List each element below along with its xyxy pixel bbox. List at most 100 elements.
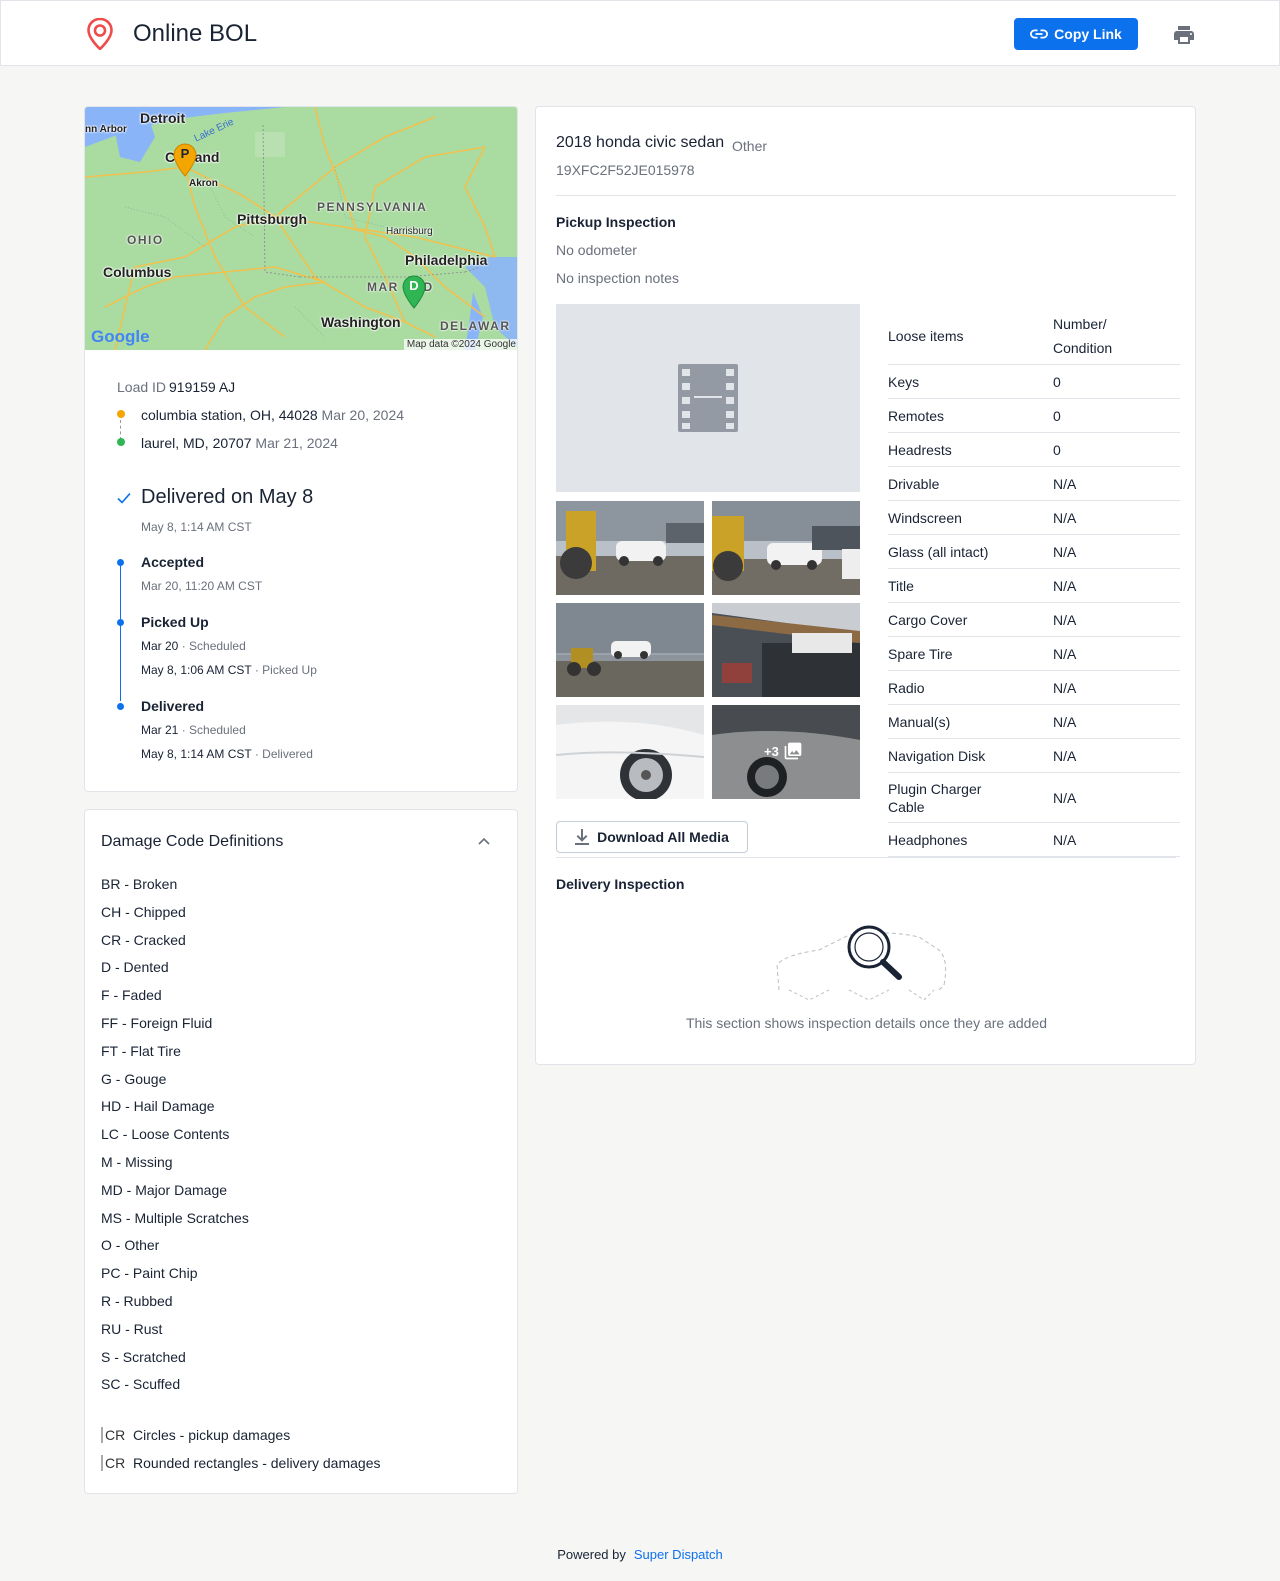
pickup-address: columbia station, OH, 44028 (141, 407, 318, 423)
pickup-marker-letter: P (180, 146, 190, 161)
table-row: Cargo Cover N/A (888, 603, 1180, 637)
pickup-marker[interactable]: P (173, 143, 197, 177)
table-cell-item: Cargo Cover (888, 611, 968, 628)
damage-code-item: CR - Cracked (101, 931, 186, 948)
table-cell-item: Drivable (888, 475, 940, 492)
map-city-philadelphia: Philadelphia (405, 252, 488, 268)
table-cell-value: N/A (1053, 577, 1077, 594)
print-icon[interactable] (1172, 23, 1196, 47)
delivery-marker[interactable]: D (402, 275, 426, 309)
map-city-columbus: Columbus (103, 264, 172, 280)
route-map[interactable]: Detroit nn Arbor Lake Erie Cl eland Akro… (85, 107, 517, 350)
photo-thumbnail[interactable] (556, 501, 704, 595)
chevron-up-icon[interactable] (477, 836, 491, 846)
damage-code-item: G - Gouge (101, 1070, 167, 1087)
divider (556, 857, 1176, 858)
photo-thumbnail[interactable] (712, 501, 860, 595)
damage-code-item: F - Faded (101, 987, 162, 1004)
table-cell-value: N/A (1053, 747, 1077, 764)
download-icon (575, 829, 590, 845)
delivered-scheduled-note: · Scheduled (181, 723, 246, 737)
table-cell-item: Remotes (888, 407, 945, 424)
footer: Powered by Super Dispatch (0, 1547, 1280, 1562)
legend-delivery: CR Rounded rectangles - delivery damages (101, 1455, 381, 1471)
photo-thumbnail[interactable] (556, 603, 704, 697)
damage-code-item: O - Other (101, 1237, 160, 1254)
damage-codes-title: Damage Code Definitions (101, 833, 284, 850)
table-cell-value: N/A (1053, 645, 1077, 662)
app-title: Online BOL (133, 20, 258, 47)
pickup-dot (117, 410, 125, 418)
vehicle-type: Other (732, 138, 768, 154)
super-dispatch-link[interactable]: Super Dispatch (634, 1547, 723, 1562)
table-header-value-line1: Number/ (1053, 315, 1107, 332)
more-photos-thumbnail[interactable]: +3 (712, 705, 860, 799)
damage-code-item: SC - Scuffed (101, 1376, 181, 1393)
delivery-empty-text: This section shows inspection details on… (685, 1015, 1048, 1031)
table-row: Radio N/A (888, 671, 1180, 705)
table-cell-item: Manual(s) (888, 713, 951, 730)
route-connector (120, 420, 121, 440)
delivery-marker-letter: D (409, 278, 419, 293)
table-cell-item: Windscreen (888, 509, 962, 526)
photo-5 (556, 705, 704, 799)
legend-delivery-text: Rounded rectangles - delivery damages (133, 1455, 381, 1471)
table-row: Headphones N/A (888, 823, 1180, 857)
table-cell-value: N/A (1053, 509, 1077, 526)
map-state-delaware: DELAWAR (440, 319, 511, 333)
map-state-ohio: OHIO (127, 233, 164, 247)
damage-code-item: RU - Rust (101, 1320, 163, 1337)
table-cell-item: Radio (888, 679, 925, 696)
damage-code-item: LC - Loose Contents (101, 1126, 230, 1143)
timeline-picked-up-title: Picked Up (141, 614, 209, 630)
pickup-location: columbia station, OH, 44028 Mar 20, 2024 (141, 407, 404, 423)
table-row: Headrests 0 (888, 433, 1180, 467)
table-header-value: Number/Condition (1053, 312, 1112, 360)
picked-up-actual-date: May 8, 1:06 AM CST (141, 663, 252, 677)
photo-thumbnail[interactable] (712, 603, 860, 697)
download-all-media-button[interactable]: Download All Media (556, 821, 748, 853)
copy-link-button[interactable]: Copy Link (1014, 18, 1138, 50)
table-row: Remotes 0 (888, 399, 1180, 433)
map-city-akron: Akron (189, 178, 218, 189)
link-icon (1030, 29, 1049, 39)
table-row: Drivable N/A (888, 467, 1180, 501)
legend-delivery-image: CR (101, 1455, 125, 1471)
damage-code-item: PC - Paint Chip (101, 1265, 198, 1282)
picked-up-scheduled-date: Mar 20 (141, 639, 179, 653)
timeline-delivered-scheduled: Mar 21 · Scheduled (141, 723, 246, 737)
pickup-date: Mar 20, 2024 (321, 407, 405, 423)
vehicle-name: 2018 honda civic sedan (556, 134, 725, 151)
table-body: Keys 0 Remotes 0 Headrests 0 Drivable N/A Windsc… (888, 365, 1180, 857)
table-cell-value: N/A (1053, 679, 1077, 696)
table-row: Spare Tire N/A (888, 637, 1180, 671)
table-row: Manual(s) N/A (888, 705, 1180, 739)
table-cell-value: N/A (1053, 475, 1077, 492)
status-title: Delivered on May 8 (141, 486, 314, 508)
delivery-date: Mar 21, 2024 (255, 435, 338, 451)
photo-3 (556, 603, 704, 697)
more-photos-overlay: +3 (764, 741, 803, 761)
legend-pickup-image: CR (101, 1427, 125, 1443)
table-cell-item: Headrests (888, 441, 952, 458)
map-city-harrisburg: Harrisburg (386, 226, 433, 237)
damage-code-item: D - Dented (101, 959, 169, 976)
map-city-pittsburgh: Pittsburgh (237, 211, 307, 227)
legend-pickup-alt: CR (105, 1427, 126, 1443)
photo-thumbnail[interactable] (556, 705, 704, 799)
delivered-actual-date: May 8, 1:14 AM CST (141, 747, 252, 761)
film-icon (678, 364, 738, 432)
table-cell-item: Headphones (888, 831, 968, 848)
delivery-inspection-title: Delivery Inspection (556, 876, 685, 892)
check-icon (117, 492, 131, 504)
timeline-dot-delivered (117, 703, 124, 710)
timeline-delivered-actual: May 8, 1:14 AM CST · Delivered (141, 747, 313, 761)
legend-pickup-text: Circles - pickup damages (133, 1427, 291, 1443)
picked-up-scheduled-note: · Scheduled (181, 639, 246, 653)
video-placeholder[interactable] (556, 304, 860, 492)
timeline-accepted-title: Accepted (141, 554, 205, 570)
photo-2 (712, 501, 860, 595)
damage-code-item: FF - Foreign Fluid (101, 1015, 213, 1031)
table-cell-item: Plugin Charger Cable (888, 780, 982, 815)
photo-1 (556, 501, 704, 595)
